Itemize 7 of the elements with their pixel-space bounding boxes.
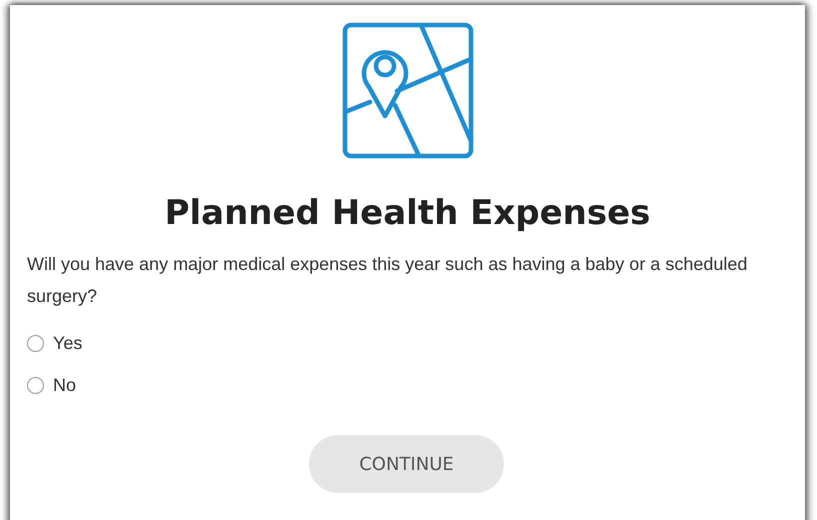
radio-button[interactable] <box>27 334 44 352</box>
option-label[interactable]: No <box>53 372 76 398</box>
radio-button[interactable] <box>27 376 44 394</box>
option-label[interactable]: Yes <box>53 330 82 356</box>
page-title: Planned Health Expenses <box>164 192 652 235</box>
map-pin-icon <box>342 21 474 159</box>
question-text: Will you have any major medical expenses this year such as having a baby or a scheduled surgery? <box>26 253 748 308</box>
